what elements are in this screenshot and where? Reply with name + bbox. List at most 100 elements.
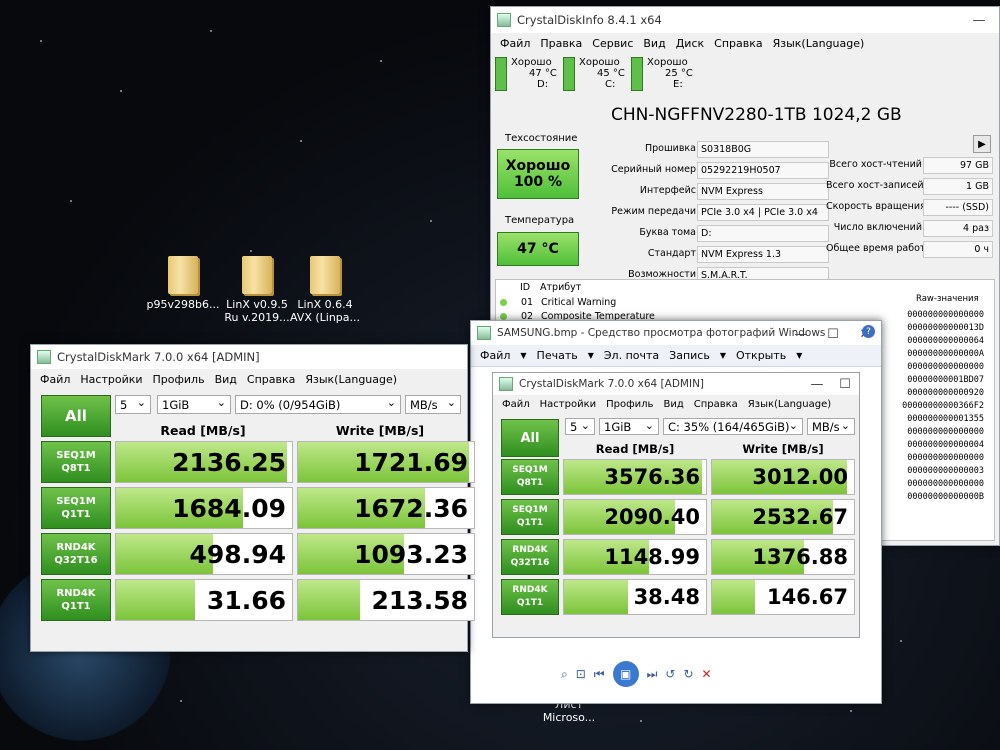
desktop-icon-linx-064[interactable]: LinX 0.6.4 AVX (Linpa...: [288, 256, 362, 324]
cdm-right-titlebar[interactable]: CrystalDiskMark 7.0.0 x64 [ADMIN] — ☐: [493, 373, 859, 395]
maximize-icon[interactable]: ☐: [817, 321, 849, 347]
menu-help[interactable]: Справка: [242, 373, 300, 386]
menu-language[interactable]: Язык(Language): [743, 399, 836, 410]
menu-disk[interactable]: Диск: [671, 37, 709, 50]
field-label-power-hours: Общее время работы: [826, 243, 933, 254]
menu-file[interactable]: Файл: [497, 399, 535, 410]
test-label-button[interactable]: SEQ1M Q1T1: [41, 487, 111, 529]
count-select[interactable]: 5: [115, 395, 151, 414]
test-label-button[interactable]: SEQ1M Q8T1: [41, 441, 111, 483]
field-transfer-mode: PCIe 3.0 x4 | PCIe 3.0 x4: [697, 204, 829, 221]
toolbar-email[interactable]: Эл. почта: [599, 349, 664, 362]
previous-icon[interactable]: ⏮: [594, 667, 605, 682]
menu-view[interactable]: Вид: [210, 373, 242, 386]
delete-icon[interactable]: ✕: [702, 667, 712, 681]
status-dot: [500, 299, 507, 306]
table-row[interactable]: 01 Critical Warning: [500, 297, 616, 308]
menu-edit[interactable]: Правка: [535, 37, 587, 50]
write-value: 146.67: [766, 585, 848, 609]
menu-service[interactable]: Сервис: [587, 37, 638, 50]
health-label: Техсостояние: [505, 133, 578, 144]
rotate-left-icon[interactable]: ↺: [665, 667, 675, 681]
menu-settings[interactable]: Настройки: [75, 373, 147, 386]
test-label-button[interactable]: RND4K Q1T1: [41, 579, 111, 621]
disk-status: Хорошо: [647, 57, 688, 68]
test-label-button[interactable]: RND4K Q32T16: [501, 539, 559, 575]
all-button[interactable]: All: [501, 419, 559, 457]
maximize-icon[interactable]: ☐: [831, 373, 859, 395]
cdm-right-title: CrystalDiskMark 7.0.0 x64 [ADMIN]: [519, 378, 705, 390]
rotate-right-icon[interactable]: ↻: [683, 667, 693, 681]
field-label-host-writes: Всего хост-записей: [826, 180, 924, 191]
unit-select[interactable]: MB/s: [807, 418, 855, 435]
disk-tab-d[interactable]: Хорошо 47 °C D:: [495, 57, 557, 91]
next-disk-button[interactable]: ▶: [973, 135, 991, 153]
slideshow-icon[interactable]: ▣: [612, 661, 639, 687]
menu-view[interactable]: Вид: [658, 399, 688, 410]
col-header-attribute: Атрибут: [540, 282, 582, 293]
disk-letter: C:: [605, 79, 616, 90]
disk-temp: 45 °C: [597, 68, 625, 79]
menu-help[interactable]: Справка: [709, 37, 767, 50]
toolbar-open[interactable]: Открыть: [731, 349, 791, 362]
write-value: 1672.36: [354, 493, 468, 523]
cdm-result-row: RND4K Q32T16 498.94 1093.23: [41, 533, 475, 575]
raw-value: 000000000000000: [907, 479, 984, 489]
field-label-interface: Интерфейс: [639, 185, 696, 196]
read-bar: [564, 580, 628, 614]
toolbar-print[interactable]: Печать: [532, 349, 583, 362]
test-label-button[interactable]: RND4K Q1T1: [501, 579, 559, 615]
unit-select[interactable]: MB/s: [405, 395, 461, 414]
write-result: 1721.69: [297, 441, 475, 483]
count-select[interactable]: 5: [565, 418, 595, 435]
cdm-left-titlebar[interactable]: CrystalDiskMark 7.0.0 x64 [ADMIN]: [31, 345, 467, 369]
write-result: 1093.23: [297, 533, 475, 575]
menu-profile[interactable]: Профиль: [148, 373, 210, 386]
minimize-icon[interactable]: —: [785, 321, 817, 347]
disk-tab-c[interactable]: Хорошо 45 °C C:: [563, 57, 625, 91]
toolbar-file[interactable]: Файл: [475, 349, 515, 362]
cdi-titlebar[interactable]: CrystalDiskInfo 8.4.1 x64 —: [491, 7, 999, 33]
all-button[interactable]: All: [41, 395, 111, 437]
menu-language[interactable]: Язык(Language): [768, 37, 870, 50]
help-icon[interactable]: ?: [862, 325, 875, 338]
menu-file[interactable]: Файл: [35, 373, 75, 386]
field-power-count: 4 раз: [923, 220, 993, 237]
temperature-badge: 47 °C: [497, 232, 579, 266]
test-label-button[interactable]: SEQ1M Q1T1: [501, 499, 559, 535]
test-label-button[interactable]: SEQ1M Q8T1: [501, 459, 559, 495]
test-queue: Q32T16: [54, 555, 98, 566]
menu-language[interactable]: Язык(Language): [300, 373, 402, 386]
drive-select[interactable]: C: 35% (164/465GiB): [663, 418, 803, 435]
raw-value: 000000000001355: [907, 414, 984, 424]
desktop-icon-p95[interactable]: p95v298b6...: [146, 256, 220, 311]
test-label-button[interactable]: RND4K Q32T16: [41, 533, 111, 575]
disk-tab-e[interactable]: Хорошо 25 °C E:: [631, 57, 693, 91]
field-label-standard: Стандарт: [647, 248, 696, 259]
read-result: 1148.99: [563, 539, 707, 575]
raw-value: 000000000000064: [907, 336, 984, 346]
write-value: 1721.69: [354, 447, 468, 477]
test-queue: Q1T1: [61, 601, 91, 612]
menu-profile[interactable]: Профиль: [601, 399, 658, 410]
fit-icon[interactable]: ⊡: [576, 667, 586, 681]
raw-value: 000000000000003: [907, 466, 984, 476]
read-result: 38.48: [563, 579, 707, 615]
photo-viewer-titlebar[interactable]: SAMSUNG.bmp - Средство просмотра фотогра…: [471, 321, 881, 345]
folder-icon: [242, 256, 272, 294]
next-icon[interactable]: ⏭: [647, 667, 658, 682]
menu-view[interactable]: Вид: [638, 37, 670, 50]
desktop-icon-linx-095[interactable]: LinX v0.9.5 Ru v.2019...: [220, 256, 294, 324]
zoom-icon[interactable]: ⌕: [561, 667, 568, 682]
menu-settings[interactable]: Настройки: [535, 399, 601, 410]
toolbar-burn[interactable]: Запись: [664, 349, 715, 362]
size-select[interactable]: 1GiB: [157, 395, 231, 414]
test-name: SEQ1M: [56, 496, 96, 507]
size-select[interactable]: 1GiB: [599, 418, 659, 435]
minimize-icon[interactable]: —: [803, 373, 831, 395]
minimize-icon[interactable]: —: [959, 7, 999, 33]
drive-select[interactable]: D: 0% (0/954GiB): [235, 395, 401, 414]
menu-help[interactable]: Справка: [689, 399, 743, 410]
menu-file[interactable]: Файл: [495, 37, 535, 50]
cdm-result-row: SEQ1M Q8T1 2136.25 1721.69: [41, 441, 475, 483]
